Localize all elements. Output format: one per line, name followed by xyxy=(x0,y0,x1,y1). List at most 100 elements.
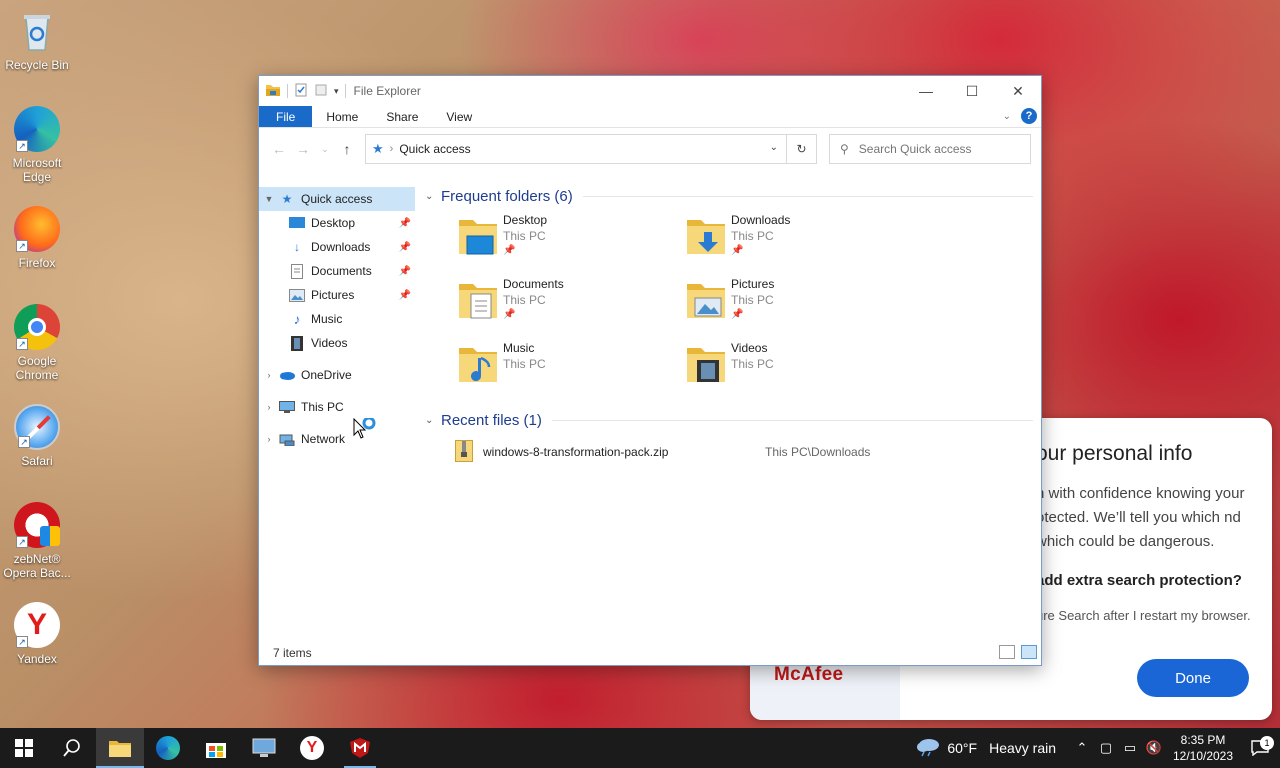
taskbar-mcafee[interactable] xyxy=(336,728,384,768)
folder-videos[interactable]: Videos This PC xyxy=(683,340,911,396)
nav-label: Documents xyxy=(311,264,372,278)
expand-arrow-icon[interactable]: › xyxy=(259,370,279,380)
recent-locations-icon[interactable]: ⌄ xyxy=(315,144,335,155)
nav-item-downloads[interactable]: ↓ Downloads 📌 xyxy=(259,235,415,259)
desktop-icon-label: Google Chrome xyxy=(15,354,59,382)
maximize-icon[interactable]: ☐ xyxy=(949,76,995,106)
recent-file-row[interactable]: windows-8-transformation-pack.zip This P… xyxy=(425,439,1041,464)
taskbar-edge[interactable] xyxy=(144,728,192,768)
nav-label: Videos xyxy=(311,336,348,350)
help-icon[interactable]: ? xyxy=(1021,108,1037,124)
videos-folder-icon xyxy=(683,340,729,386)
desktop-icon-label: Microsoft Edge xyxy=(12,156,62,184)
new-folder-icon[interactable] xyxy=(314,83,328,100)
desktop-icon-opera-backup[interactable]: ↗ zebNet® Opera Bac... xyxy=(0,502,74,580)
weather-widget[interactable]: 60°F Heavy rain xyxy=(915,737,1056,760)
desktop-icon-yandex[interactable]: Y ↗ Yandex xyxy=(0,602,74,666)
up-icon[interactable]: ↑ xyxy=(335,141,359,157)
recent-files-header[interactable]: ⌄ Recent files (1) xyxy=(425,408,1041,432)
customize-toolbar-icon[interactable]: ▾ xyxy=(334,86,339,97)
folder-location: This PC xyxy=(503,293,546,307)
close-icon[interactable]: ✕ xyxy=(995,76,1041,106)
nav-label: Downloads xyxy=(311,240,371,254)
nav-item-documents[interactable]: Documents 📌 xyxy=(259,259,415,283)
address-bar[interactable]: ★ › Quick access ⌄ xyxy=(365,134,787,164)
search-input[interactable] xyxy=(858,142,1009,156)
action-center-button[interactable]: 1 xyxy=(1240,736,1280,756)
frequent-folders-header[interactable]: ⌄ Frequent folders (6) xyxy=(425,184,1041,208)
mcafee-checkbox-label[interactable]: ure Search after I restart my browser. xyxy=(1036,608,1251,623)
group-collapse-icon[interactable]: ⌄ xyxy=(425,415,441,426)
group-collapse-icon[interactable]: ⌄ xyxy=(425,191,441,202)
shortcut-arrow-icon: ↗ xyxy=(16,140,28,152)
desktop-icon-edge[interactable]: ↗ Microsoft Edge xyxy=(0,106,74,184)
folder-downloads[interactable]: Downloads This PC 📌 xyxy=(683,212,911,268)
ribbon-tabs: File Home Share View ⌄ ? xyxy=(259,106,1041,128)
taskbar-store[interactable] xyxy=(192,728,240,768)
breadcrumb-chevron-icon[interactable]: › xyxy=(390,143,394,155)
desktop-icon-safari[interactable]: ↗ Safari xyxy=(0,404,74,468)
taskbar-file-explorer[interactable] xyxy=(96,728,144,768)
volume-muted-icon[interactable]: 🔇 xyxy=(1142,740,1166,756)
desktop-icon-recycle-bin[interactable]: Recycle Bin xyxy=(0,8,74,72)
quick-access-star-icon: ★ xyxy=(281,192,293,206)
minimize-icon[interactable]: — xyxy=(903,76,949,106)
desktop-icon-firefox[interactable]: ↗ Firefox xyxy=(0,206,74,270)
documents-icon xyxy=(289,263,305,279)
title-bar[interactable]: ▾ File Explorer — ☐ ✕ xyxy=(259,76,1041,106)
pin-icon[interactable]: 📌 xyxy=(399,218,411,229)
search-button[interactable] xyxy=(48,728,96,768)
computer-icon xyxy=(279,399,295,415)
tab-home[interactable]: Home xyxy=(312,106,372,127)
safari-icon: ↗ xyxy=(14,404,60,450)
chevron-up-icon[interactable]: ⌃ xyxy=(1070,740,1094,756)
onedrive-cloud-icon xyxy=(279,367,295,383)
system-tray: 60°F Heavy rain ⌃ ▢ ▭ 🔇 8:35 PM 12/10/20… xyxy=(915,728,1280,768)
device-icon[interactable]: ▢ xyxy=(1094,740,1118,756)
start-button[interactable] xyxy=(0,728,48,768)
nav-quick-access[interactable]: ▼ ★ Quick access xyxy=(259,187,415,211)
search-icon xyxy=(63,739,80,757)
tab-share[interactable]: Share xyxy=(372,106,432,127)
desktop-icon-chrome[interactable]: ↗ Google Chrome xyxy=(0,304,74,382)
nav-item-pictures[interactable]: Pictures 📌 xyxy=(259,283,415,307)
properties-icon[interactable] xyxy=(294,83,308,100)
address-dropdown-icon[interactable]: ⌄ xyxy=(770,142,778,153)
nav-item-videos[interactable]: Videos xyxy=(259,331,415,355)
nav-item-desktop[interactable]: Desktop 📌 xyxy=(259,211,415,235)
expand-arrow-icon[interactable]: › xyxy=(259,402,279,412)
clock[interactable]: 8:35 PM 12/10/2023 xyxy=(1166,732,1240,764)
search-box[interactable]: ⚲ xyxy=(829,134,1031,164)
nav-network[interactable]: › Network xyxy=(259,427,415,451)
refresh-icon[interactable]: ↻ xyxy=(787,134,817,164)
nav-this-pc[interactable]: › This PC xyxy=(259,395,415,419)
tab-file[interactable]: File xyxy=(259,106,313,127)
folder-pictures[interactable]: Pictures This PC 📌 xyxy=(683,276,911,332)
nav-label: Pictures xyxy=(311,288,355,302)
folder-location: This PC xyxy=(503,357,546,371)
nav-item-music[interactable]: ♪ Music xyxy=(259,307,415,331)
taskbar-yandex[interactable]: Y xyxy=(288,728,336,768)
forward-icon[interactable]: → xyxy=(291,141,315,157)
nav-label: Music xyxy=(311,312,343,326)
back-icon[interactable]: ← xyxy=(267,141,291,157)
expand-ribbon-icon[interactable]: ⌄ xyxy=(1003,111,1011,122)
group-title: Frequent folders (6) xyxy=(441,187,573,205)
breadcrumb-quick-access[interactable]: Quick access xyxy=(399,142,470,156)
collapse-arrow-icon[interactable]: ▼ xyxy=(259,194,279,204)
pin-icon: 📌 xyxy=(731,309,744,320)
nav-onedrive[interactable]: › OneDrive xyxy=(259,363,415,387)
details-view-icon[interactable] xyxy=(999,645,1015,659)
folder-desktop[interactable]: Desktop This PC 📌 xyxy=(455,212,683,268)
folder-documents[interactable]: Documents This PC 📌 xyxy=(455,276,683,332)
network-status-icon[interactable]: ▭ xyxy=(1118,740,1142,756)
tab-view[interactable]: View xyxy=(432,106,486,127)
large-icons-view-icon[interactable] xyxy=(1021,645,1037,659)
pin-icon[interactable]: 📌 xyxy=(399,266,411,277)
folder-music[interactable]: Music This PC xyxy=(455,340,683,396)
pin-icon[interactable]: 📌 xyxy=(399,242,411,253)
pin-icon[interactable]: 📌 xyxy=(399,290,411,301)
expand-arrow-icon[interactable]: › xyxy=(259,434,279,444)
done-button[interactable]: Done xyxy=(1137,659,1249,697)
taskbar-remote-desktop[interactable] xyxy=(240,728,288,768)
